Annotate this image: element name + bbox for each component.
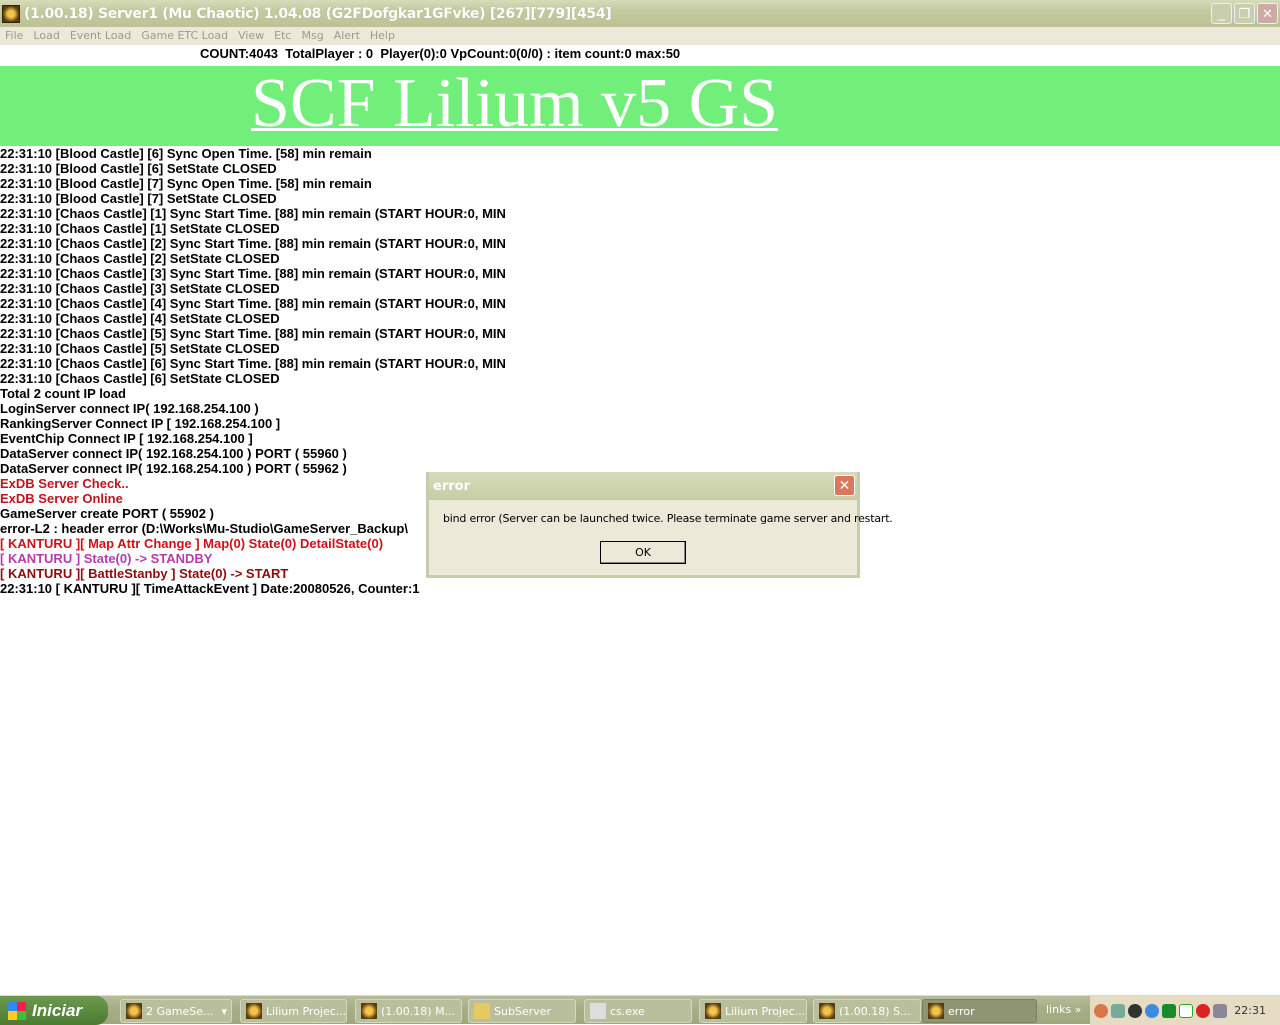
menu-alert[interactable]: Alert (329, 27, 365, 45)
menu-msg[interactable]: Msg (296, 27, 328, 45)
taskbar-item-label: SubServer (494, 1004, 552, 1018)
start-label: Iniciar (32, 1000, 83, 1020)
log-line: 22:31:10 [Chaos Castle] [1] Sync Start T… (0, 206, 506, 221)
taskbar-item-label: cs.exe (610, 1004, 645, 1018)
log-line: DataServer connect IP( 192.168.254.100 )… (0, 446, 347, 461)
banner-title: SCF Lilium v5 GS (251, 65, 779, 142)
app-icon (705, 1003, 721, 1019)
taskbar-item[interactable]: (1.00.18) S... (813, 999, 921, 1023)
taskbar-item[interactable]: Lilium Projec... (240, 999, 347, 1023)
title-bar[interactable]: (1.00.18) Server1 (Mu Chaotic) 1.04.08 (… (0, 0, 1280, 27)
clock: 22:31 (1234, 1004, 1266, 1017)
dialog-message: bind error (Server can be launched twice… (443, 512, 893, 525)
error-dialog: error ✕ bind error (Server can be launch… (426, 472, 893, 578)
windows-logo-icon (8, 1001, 26, 1020)
menu-load[interactable]: Load (28, 27, 64, 45)
ok-button[interactable]: OK (600, 541, 686, 564)
log-line: 22:31:10 [Chaos Castle] [1] SetState CLO… (0, 221, 280, 236)
app-icon (361, 1003, 377, 1019)
banner: SCF Lilium v5 GS (0, 65, 1280, 146)
system-tray: 22:31 (1090, 996, 1280, 1025)
menu-bar: File Load Event Load Game ETC Load View Etc Ms… (0, 27, 1280, 45)
menu-help[interactable]: Help (365, 27, 400, 45)
log-line: 22:31:10 [Chaos Castle] [2] Sync Start T… (0, 236, 506, 251)
vc-icon[interactable] (1179, 1003, 1193, 1018)
log-line: 22:31:10 [Chaos Castle] [5] Sync Start T… (0, 326, 506, 341)
log-line: 22:31:10 [Chaos Castle] [4] SetState CLO… (0, 311, 280, 326)
globe-icon[interactable] (1145, 1003, 1159, 1018)
log-line: 22:31:10 [Chaos Castle] [6] SetState CLO… (0, 371, 280, 386)
window-title: (1.00.18) Server1 (Mu Chaotic) 1.04.08 (… (24, 5, 612, 22)
taskbar: Iniciar 2 GameSe... ▾ Lilium Projec... (1.0… (0, 995, 1280, 1025)
log-line: 22:31:10 [Chaos Castle] [3] Sync Start T… (0, 266, 506, 281)
menu-view[interactable]: View (233, 27, 269, 45)
links-toolbar[interactable]: links » (1046, 1003, 1081, 1016)
menu-file[interactable]: File (0, 27, 28, 45)
minimize-button[interactable]: _ (1211, 3, 1232, 24)
log-line: 22:31:10 [ KANTURU ][ TimeAttackEvent ] … (0, 581, 420, 596)
panda-icon[interactable] (1128, 1003, 1142, 1018)
start-button[interactable]: Iniciar (0, 996, 108, 1025)
taskbar-item-label: error (948, 1004, 975, 1018)
taskbar-item-label: (1.00.18) S... (839, 1004, 911, 1018)
dialog-close-button[interactable]: ✕ (834, 475, 855, 496)
recycle-icon[interactable] (1111, 1003, 1125, 1018)
log-line: 22:31:10 [Chaos Castle] [6] Sync Start T… (0, 356, 506, 371)
log-line: EventChip Connect IP [ 192.168.254.100 ] (0, 431, 253, 446)
status-line: COUNT:4043 TotalPlayer : 0 Player(0):0 V… (200, 46, 681, 61)
app-icon (126, 1003, 142, 1019)
close-button[interactable]: ✕ (1257, 3, 1278, 24)
log-line: 22:31:10 [Blood Castle] [6] SetState CLO… (0, 161, 277, 176)
folder-icon (474, 1003, 490, 1019)
dialog-title-bar[interactable]: error (429, 472, 857, 500)
taskbar-item-label: 2 GameSe... (146, 1004, 214, 1018)
log-line: 22:31:10 [Blood Castle] [7] Sync Open Ti… (0, 176, 372, 191)
app-icon (246, 1003, 262, 1019)
app-icon (819, 1003, 835, 1019)
ip-icon[interactable] (1196, 1003, 1210, 1018)
log-line: 22:31:10 [Blood Castle] [7] SetState CLO… (0, 191, 277, 206)
log-line: 22:31:10 [Chaos Castle] [5] SetState CLO… (0, 341, 280, 356)
log-line: LoginServer connect IP( 192.168.254.100 … (0, 401, 259, 416)
taskbar-item[interactable]: SubServer (468, 999, 576, 1023)
media-icon[interactable] (1213, 1003, 1227, 1018)
log-line: RankingServer Connect IP [ 192.168.254.1… (0, 416, 281, 431)
restore-button[interactable]: ❐ (1234, 3, 1255, 24)
taskbar-item[interactable]: Lilium Projec... (699, 999, 807, 1023)
dialog-title: error (433, 478, 470, 494)
taskbar-item-label: Lilium Projec... (725, 1004, 806, 1018)
log-line: 22:31:10 [Blood Castle] [6] Sync Open Ti… (0, 146, 372, 161)
menu-game-etc-load[interactable]: Game ETC Load (136, 27, 233, 45)
log-line: 22:31:10 [Chaos Castle] [4] Sync Start T… (0, 296, 506, 311)
taskbar-item[interactable]: cs.exe (584, 999, 692, 1023)
menu-etc[interactable]: Etc (269, 27, 296, 45)
taskbar-item-label: (1.00.18) M... (381, 1004, 456, 1018)
menu-event-load[interactable]: Event Load (65, 27, 136, 45)
log-line: 22:31:10 [Chaos Castle] [2] SetState CLO… (0, 251, 280, 266)
app-icon (928, 1003, 944, 1019)
taskbar-item-label: Lilium Projec... (266, 1004, 347, 1018)
hs-icon[interactable] (1162, 1003, 1176, 1018)
log-line: 22:31:10 [Chaos Castle] [3] SetState CLO… (0, 281, 280, 296)
taskbar-item[interactable]: error (922, 999, 1037, 1023)
taskbar-item[interactable]: (1.00.18) M... (355, 999, 462, 1023)
taskbar-item[interactable]: 2 GameSe... ▾ (120, 999, 232, 1023)
log-line: Total 2 count IP load (0, 386, 126, 401)
tray-expand-icon[interactable] (1094, 1003, 1108, 1018)
app-icon (2, 4, 20, 23)
chevron-down-icon: ▾ (221, 1004, 227, 1018)
exe-icon (590, 1003, 606, 1019)
